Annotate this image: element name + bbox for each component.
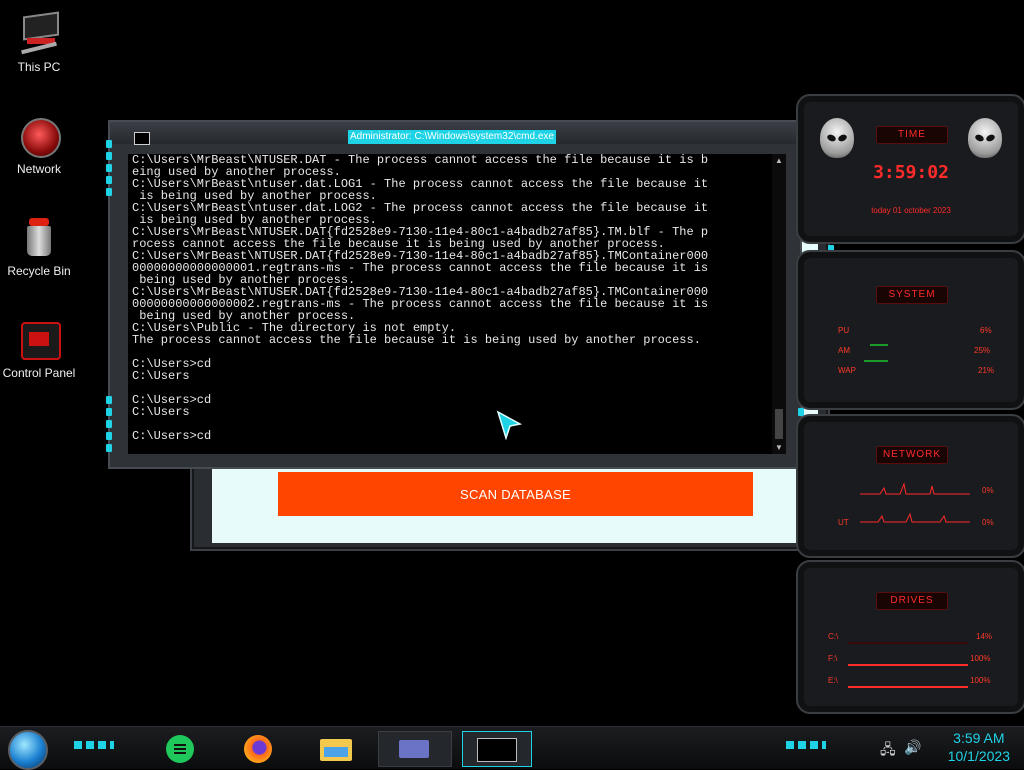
cmd-output-line: C:\Users>cd <box>132 429 212 443</box>
drive-value: 100% <box>970 676 991 685</box>
taskbar-accent-dots <box>74 741 114 749</box>
cmd-output-line: C:\Users>cd <box>132 357 212 371</box>
time-gadget-title: TIME <box>876 126 948 144</box>
drive-value: 14% <box>976 632 993 641</box>
desktop-icon-control-panel[interactable]: Control Panel <box>0 318 78 380</box>
drive-label: E:\ <box>828 676 838 685</box>
scroll-up-arrow-icon[interactable]: ▲ <box>774 156 784 165</box>
network-icon[interactable]: 🖧 <box>880 739 896 763</box>
cmd-rail-left <box>104 136 114 200</box>
network-gadget: NETWORK 0% UT 0% <box>796 414 1024 558</box>
cmd-output-line <box>132 346 772 358</box>
desktop-icon-label: This PC <box>17 60 61 74</box>
drive-usage-bar <box>848 664 968 666</box>
network-gadget-title: NETWORK <box>876 446 948 464</box>
cmd-rail-left-lower <box>104 392 114 456</box>
time-gadget-clock: 3:59:02 <box>873 162 949 183</box>
cmd-window[interactable]: Administrator: C:\Windows\system32\cmd.e… <box>106 120 804 469</box>
app-window-icon[interactable] <box>378 731 452 767</box>
desktop-icon-this-pc[interactable]: This PC <box>0 11 78 74</box>
network-row-label: UT <box>838 518 849 527</box>
network-row-value: 0% <box>982 518 994 527</box>
network-globe-icon <box>17 114 61 158</box>
firefox-icon[interactable] <box>238 731 278 765</box>
cmd-output-line: The process cannot access the file becau… <box>132 333 701 347</box>
time-gadget: TIME 3:59:02 today 01 october 2023 <box>796 94 1024 244</box>
system-row-label: AM <box>838 346 850 355</box>
taskbar-clock[interactable]: 3:59 AM 10/1/2023 <box>948 729 1010 765</box>
taskbar-accent-dots-right <box>786 741 826 749</box>
taskbar-time: 3:59 AM <box>953 730 1005 746</box>
system-row-value: 21% <box>978 366 995 375</box>
taskbar-date: 10/1/2023 <box>947 748 1010 764</box>
system-usage-bar <box>870 344 888 346</box>
drives-gadget: DRIVES C:\ 14% F:\ 100% E:\ 100% <box>796 560 1024 714</box>
alien-head-icon <box>820 118 854 158</box>
terminal-icon[interactable] <box>462 731 532 767</box>
time-gadget-date: today 01 october 2023 <box>871 206 951 215</box>
system-usage-bar <box>864 360 888 362</box>
system-gadget-title: SYSTEM <box>876 286 948 304</box>
cmd-output-line <box>132 382 772 394</box>
system-gadget: SYSTEM PU 6% AM 25% WAP 21% <box>796 250 1024 410</box>
recycle-bin-icon <box>17 216 61 260</box>
drive-usage-bar <box>848 642 968 644</box>
desktop-icon-recycle-bin[interactable]: Recycle Bin <box>0 216 78 278</box>
desktop-icon-label: Network <box>16 162 61 176</box>
cmd-output-line: C:\Users>cd <box>132 393 212 407</box>
system-row-label: WAP <box>838 366 856 375</box>
start-orb-icon[interactable] <box>8 730 48 770</box>
drives-gadget-title: DRIVES <box>876 592 948 610</box>
scroll-down-arrow-icon[interactable]: ▼ <box>774 443 784 452</box>
desktop-icon-label: Recycle Bin <box>7 264 71 278</box>
cmd-output-line: C:\Users <box>132 369 190 383</box>
drive-label: C:\ <box>828 632 839 641</box>
drive-value: 100% <box>970 654 991 663</box>
taskbar: 🖧 🔊 3:59 AM 10/1/2023 <box>0 726 1024 770</box>
system-row-value: 25% <box>974 346 991 355</box>
alien-head-icon <box>968 118 1002 158</box>
system-row-value: 6% <box>980 326 992 335</box>
volume-icon[interactable]: 🔊 <box>904 739 921 756</box>
network-row-value: 0% <box>982 486 994 495</box>
control-panel-icon <box>17 318 61 362</box>
cmd-window-title: Administrator: C:\Windows\system32\cmd.e… <box>348 130 556 144</box>
scroll-thumb[interactable] <box>775 409 783 439</box>
cmd-output-line <box>132 418 772 430</box>
drive-usage-bar <box>848 686 968 688</box>
network-activity-graph <box>860 482 970 523</box>
notes-app-icon[interactable] <box>160 731 200 765</box>
cmd-console-output[interactable]: C:\Users\MrBeast\NTUSER.DAT - The proces… <box>128 154 772 454</box>
cmd-scrollbar[interactable]: ▲ ▼ <box>772 154 786 454</box>
cmd-output-line: C:\Users <box>132 405 190 419</box>
file-explorer-icon[interactable] <box>316 731 356 765</box>
cmd-system-menu-icon[interactable] <box>134 132 150 145</box>
desktop-icon-network[interactable]: Network <box>0 114 78 176</box>
system-row-label: PU <box>838 326 850 335</box>
scan-database-button[interactable]: SCAN DATABASE <box>278 472 753 516</box>
desktop-icon-label: Control Panel <box>2 366 76 380</box>
drive-label: F:\ <box>828 654 838 663</box>
this-pc-icon <box>17 11 61 56</box>
mouse-cursor-icon <box>496 410 522 440</box>
